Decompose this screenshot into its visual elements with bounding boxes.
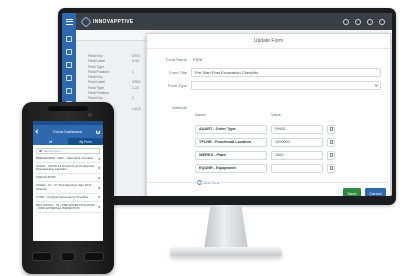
help-icon[interactable] [367,18,373,25]
form-type-label: Form Type [167,82,187,88]
form-name-row: Form Name F920 [147,54,392,64]
attribute-label: Attribute [172,104,187,110]
end-key[interactable] [84,251,104,261]
list-item[interactable]: CO002 - CT - CT Post Meetings Start Work… [36,182,101,194]
form-type-row: Form Type [147,80,392,90]
monitor-stand-base [170,247,282,256]
delete-icon[interactable] [327,163,335,173]
chevron-right-icon [97,157,101,160]
list-item[interactable]: BREAKDOWN - WRC - Safe Work Checklist [36,155,101,163]
form-title-row: Form Title Pre Start Post Excavation Che… [147,67,392,77]
attribute-name[interactable]: EQUNR - Equipment [195,163,267,173]
phone-app-bar: Forms Dashboard [33,125,103,138]
chevron-right-icon [97,205,101,209]
list-item-label: BREAKDOWN - WRC - Safe Work Checklist [36,155,93,160]
device-icon[interactable] [66,75,72,81]
chevron-right-icon [97,186,101,190]
attribute-value[interactable]: 1000 [271,150,323,160]
list-item[interactable]: CHECKLIST96 [36,174,101,183]
attribute-row: Attribute [147,102,392,112]
list-item-label: CO002 - CT - CT Post Meetings Start Work… [36,183,92,191]
delete-icon[interactable] [327,124,335,134]
call-key[interactable] [32,251,52,261]
delete-icon[interactable] [327,150,335,160]
form-icon[interactable] [66,62,72,68]
phone-earpiece [48,106,88,111]
home-icon[interactable] [66,36,72,42]
phone-search-input[interactable]: Search Form [36,148,100,154]
attribute-value[interactable]: 1000000 [271,137,323,147]
form-title-input[interactable]: Pre Start Post Excavation Checklist [191,67,381,77]
chevron-right-icon [97,176,101,180]
logo-text: INNOVAPPTIVE [93,18,134,25]
form-title-value: Pre Start Post Excavation Checklist [195,69,258,75]
attribute-value[interactable]: PM03 [271,124,323,134]
form-type-select[interactable] [191,80,381,90]
rugged-phone: Forms Dashboard All By Form Search Form … [22,102,114,274]
list-item[interactable]: CT007 - Confined Space Entry Checklist [36,194,101,202]
list-item-label: DEV GOVCO - 01 - PRE WATER ISOLATION - T… [36,202,95,211]
form-name-label: Form Name [165,56,187,62]
delete-icon[interactable] [327,137,335,147]
list-item[interactable]: DEV GOVCO - 01 - PRE WATER ISOLATION - T… [36,202,101,214]
user-icon[interactable] [379,18,385,25]
list-item-label: CHECKLIST96 [36,175,56,180]
attribute-name[interactable]: AUART - Order Type [195,124,267,134]
settings-icon[interactable] [355,18,361,25]
back-arrow-icon[interactable] [35,129,40,134]
modal-footer: Save Cancel [147,182,392,196]
form-list: BREAKDOWN - WRC - Safe Work Checklist CO… [33,155,103,214]
name-header: Name [195,112,206,117]
refresh-icon[interactable] [96,129,100,134]
app-logo: INNOVAPPTIVE [80,15,134,28]
camera-icon [88,113,92,117]
save-button[interactable]: Save [343,188,361,196]
modal-title: Update Form [147,34,390,49]
logo-mark-icon [80,15,92,28]
value-header: Value [271,112,281,117]
chevron-right-icon [97,195,101,199]
list-item-label: CO001 - COVID-19 First Entry & Pre-Episo… [36,163,95,172]
cancel-button[interactable]: Cancel [365,188,386,196]
phone-screen: Forms Dashboard All By Form Search Form … [33,121,103,241]
chevron-right-icon [97,166,101,170]
search-placeholder: Search Form [43,149,61,153]
menu-icon[interactable] [62,13,76,30]
update-form-modal: Update Form Form Name F920 Form Title Pr… [146,33,392,196]
tab-all[interactable]: All [33,138,68,145]
chevron-down-icon [374,82,379,87]
search-icon [39,149,42,153]
list-icon[interactable] [66,49,72,55]
app-top-bar: INNOVAPPTIVE [62,13,392,30]
list-item-label: CT007 - Confined Space Entry Checklist [36,194,88,199]
home-key[interactable] [61,251,75,261]
list-item[interactable]: CO001 - COVID-19 First Entry & Pre-Episo… [36,163,101,175]
form-title-label: Form Title [169,69,187,75]
phone-hardware-keys [32,248,104,264]
attribute-value[interactable] [271,163,323,173]
top-bar-icons [343,18,385,25]
chart-icon[interactable] [66,88,72,94]
attribute-name[interactable]: TPLNR - Functional Location [195,137,267,147]
attribute-name[interactable]: WERKS - Plant [195,150,267,160]
monitor-stand-neck [204,205,248,249]
attribute-header: Name Value [191,112,281,117]
phone-tabs: All By Form [33,138,103,145]
phone-title: Forms Dashboard [53,129,82,134]
notification-icon[interactable] [343,18,349,25]
form-name-value: F920 [193,56,203,62]
product-showcase: INNOVAPPTIVE Field Key Field Label Field… [0,0,406,276]
tab-by-form[interactable]: By Form [68,138,103,145]
